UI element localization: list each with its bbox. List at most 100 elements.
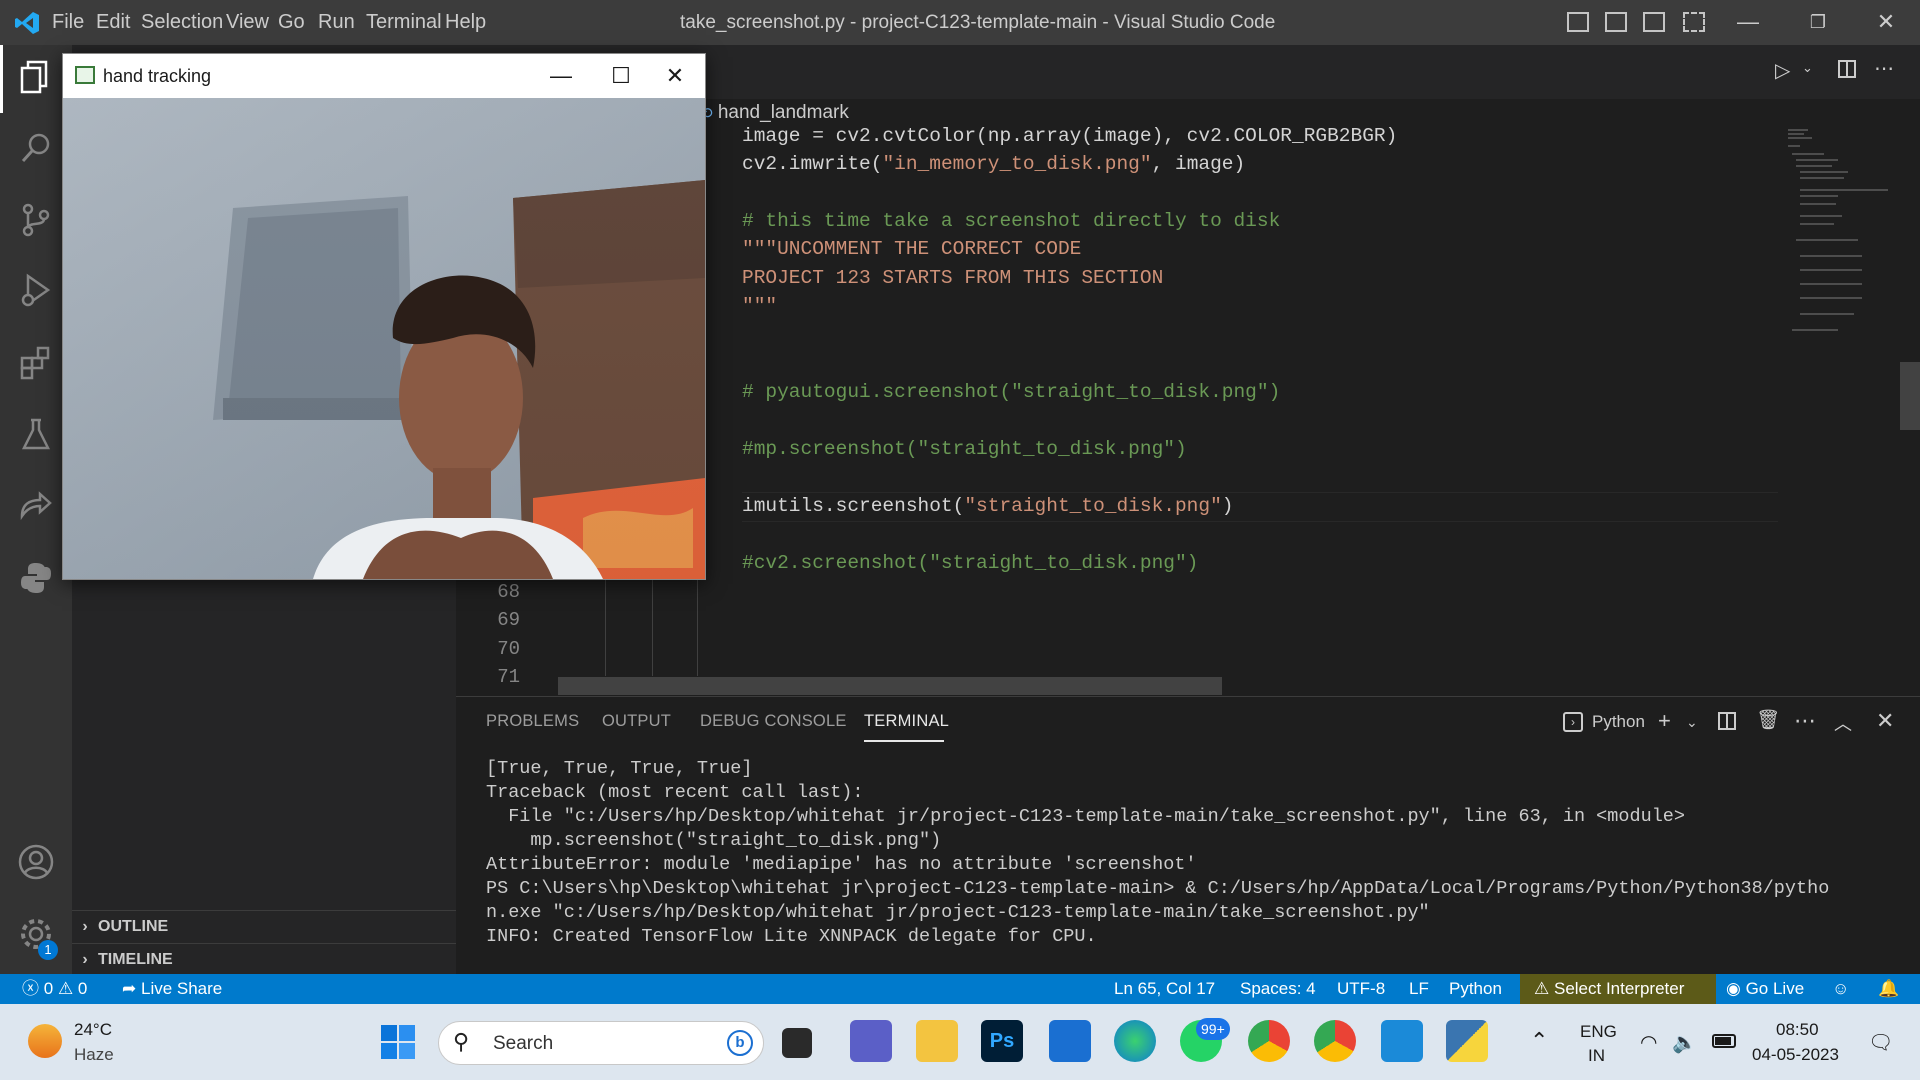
run-python-file-icon[interactable]: ▷ xyxy=(1775,58,1790,83)
restore-icon[interactable]: ❐ xyxy=(1800,8,1836,36)
search-icon[interactable] xyxy=(12,128,60,176)
breadcrumb[interactable]: ⟲ hand_landmark xyxy=(700,102,849,124)
go-live-button[interactable]: ◉ Go Live xyxy=(1726,974,1804,1004)
microsoft-store-icon[interactable] xyxy=(1049,1020,1091,1062)
hand-tracking-window[interactable]: hand tracking — ☐ ✕ xyxy=(62,53,706,580)
clock-date[interactable]: 04-05-2023 xyxy=(1752,1045,1839,1065)
language-mode[interactable]: Python xyxy=(1449,974,1502,1004)
weather-sun-icon[interactable] xyxy=(28,1024,62,1058)
extensions-icon[interactable] xyxy=(12,342,60,390)
tab-debug-console[interactable]: DEBUG CONSOLE xyxy=(700,712,847,731)
start-windows-icon[interactable] xyxy=(380,1024,416,1060)
chevron-down-icon[interactable]: ⌄ xyxy=(1686,714,1698,731)
explorer-icon[interactable] xyxy=(12,56,60,104)
volume-icon[interactable]: 🔈 xyxy=(1672,1030,1697,1055)
menu-help[interactable]: Help xyxy=(445,0,486,45)
code-line[interactable]: imutils.screenshot("straight_to_disk.png… xyxy=(742,492,1234,520)
breadcrumb-symbol[interactable]: hand_landmark xyxy=(718,102,849,123)
python-icon[interactable] xyxy=(12,558,60,606)
split-editor-icon[interactable] xyxy=(1838,60,1856,78)
live-share-status[interactable]: ➦ Live Share xyxy=(122,974,222,1004)
edge-icon[interactable] xyxy=(1114,1020,1156,1062)
code-comment[interactable]: #cv2.screenshot("straight_to_disk.png") xyxy=(742,549,1198,577)
notification-center-icon[interactable]: 🗨 xyxy=(1868,1030,1893,1055)
menu-run[interactable]: Run xyxy=(318,0,355,45)
menu-terminal[interactable]: Terminal xyxy=(366,0,442,45)
feedback-icon[interactable]: ☺ xyxy=(1832,974,1849,1004)
outline-section[interactable]: › OUTLINE xyxy=(72,910,456,943)
clock-time[interactable]: 08:50 xyxy=(1776,1020,1819,1040)
more-actions-icon[interactable]: ⋯ xyxy=(1794,708,1816,734)
toggle-panel-icon[interactable] xyxy=(1605,12,1627,32)
end-of-line[interactable]: LF xyxy=(1409,974,1429,1004)
maximize-panel-icon[interactable]: ︿ xyxy=(1834,710,1852,736)
minimize-icon[interactable]: — xyxy=(531,54,591,98)
code-docstring[interactable]: """ xyxy=(742,292,777,320)
hand-tracking-titlebar[interactable]: hand tracking — ☐ ✕ xyxy=(63,54,705,98)
tab-output[interactable]: OUTPUT xyxy=(602,712,671,731)
run-dropdown-chevron-icon[interactable]: ⌄ xyxy=(1802,60,1813,76)
file-explorer-icon[interactable] xyxy=(916,1020,958,1062)
menu-view[interactable]: View xyxy=(226,0,269,45)
menu-edit[interactable]: Edit xyxy=(96,0,130,45)
tab-problems[interactable]: PROBLEMS xyxy=(486,712,579,731)
indentation[interactable]: Spaces: 4 xyxy=(1240,974,1316,1004)
photoshop-icon[interactable]: Ps xyxy=(981,1020,1023,1062)
close-icon[interactable]: ✕ xyxy=(645,54,705,98)
code-comment[interactable]: #mp.screenshot("straight_to_disk.png") xyxy=(742,435,1187,463)
weather-temp[interactable]: 24°C xyxy=(74,1020,112,1040)
code-line[interactable]: image = cv2.cvtColor(np.array(image), cv… xyxy=(742,122,1397,150)
customize-layout-icon[interactable] xyxy=(1683,12,1705,32)
select-interpreter-button[interactable]: ⚠ Select Interpreter xyxy=(1520,974,1716,1004)
code-comment[interactable]: # this time take a screenshot directly t… xyxy=(742,207,1280,235)
source-control-icon[interactable] xyxy=(12,200,60,248)
close-panel-icon[interactable]: ✕ xyxy=(1876,708,1894,734)
timeline-section[interactable]: › TIMELINE xyxy=(72,943,456,976)
minimap[interactable] xyxy=(1778,120,1898,350)
code-comment[interactable]: # pyautogui.screenshot("straight_to_disk… xyxy=(742,378,1280,406)
line-number: 71 xyxy=(497,666,520,688)
problems-status[interactable]: ⓧ 0 ⚠ 0 xyxy=(22,974,87,1004)
notifications-bell-icon[interactable]: 🔔 xyxy=(1878,974,1899,1004)
weather-desc[interactable]: Haze xyxy=(74,1045,114,1065)
vertical-scrollbar[interactable] xyxy=(1900,362,1920,430)
input-language-line1[interactable]: ENG xyxy=(1580,1022,1617,1042)
testing-flask-icon[interactable] xyxy=(12,414,60,462)
battery-icon[interactable] xyxy=(1712,1034,1736,1048)
horizontal-scrollbar[interactable] xyxy=(558,677,1222,695)
toggle-secondary-sidebar-icon[interactable] xyxy=(1643,12,1665,32)
code-docstring[interactable]: """UNCOMMENT THE CORRECT CODE xyxy=(742,235,1081,263)
close-icon[interactable]: ✕ xyxy=(1868,8,1904,36)
show-hidden-icons-chevron[interactable]: ⌃ xyxy=(1530,1028,1548,1054)
maximize-icon[interactable]: ☐ xyxy=(591,54,651,98)
split-terminal-icon[interactable] xyxy=(1718,712,1736,730)
new-terminal-icon[interactable]: + xyxy=(1658,708,1671,734)
wifi-icon[interactable]: ◠ xyxy=(1640,1030,1657,1055)
encoding[interactable]: UTF-8 xyxy=(1337,974,1385,1004)
code-line[interactable]: cv2.imwrite("in_memory_to_disk.png", ima… xyxy=(742,150,1245,178)
run-debug-icon[interactable] xyxy=(12,270,60,318)
accounts-icon[interactable] xyxy=(12,842,60,890)
toggle-primary-sidebar-icon[interactable] xyxy=(1567,12,1589,32)
teams-chat-icon[interactable] xyxy=(850,1020,892,1062)
more-actions-icon[interactable]: ⋯ xyxy=(1874,56,1894,81)
chrome-profile-icon[interactable] xyxy=(1314,1020,1356,1062)
python-app-icon[interactable] xyxy=(1446,1020,1488,1062)
terminal-shell-label[interactable]: Python xyxy=(1592,712,1645,732)
menu-file[interactable]: File xyxy=(52,0,84,45)
tab-terminal[interactable]: TERMINAL xyxy=(864,712,949,731)
input-language-line2[interactable]: IN xyxy=(1588,1046,1605,1066)
minimize-icon[interactable]: — xyxy=(1730,8,1766,36)
code-docstring[interactable]: PROJECT 123 STARTS FROM THIS SECTION xyxy=(742,264,1163,292)
trash-icon[interactable]: 🗑 xyxy=(1756,708,1780,732)
live-share-icon[interactable] xyxy=(12,486,60,534)
menu-selection[interactable]: Selection xyxy=(141,0,223,45)
task-view-icon[interactable] xyxy=(782,1028,812,1058)
menu-go[interactable]: Go xyxy=(278,0,305,45)
vscode-taskbar-icon[interactable] xyxy=(1381,1020,1423,1062)
taskbar-search[interactable]: ⚲ Search b xyxy=(438,1021,764,1065)
live-share-icon: ➦ xyxy=(122,979,137,998)
cursor-position[interactable]: Ln 65, Col 17 xyxy=(1114,974,1215,1004)
timeline-label: TIMELINE xyxy=(98,951,173,968)
chrome-icon[interactable] xyxy=(1248,1020,1290,1062)
